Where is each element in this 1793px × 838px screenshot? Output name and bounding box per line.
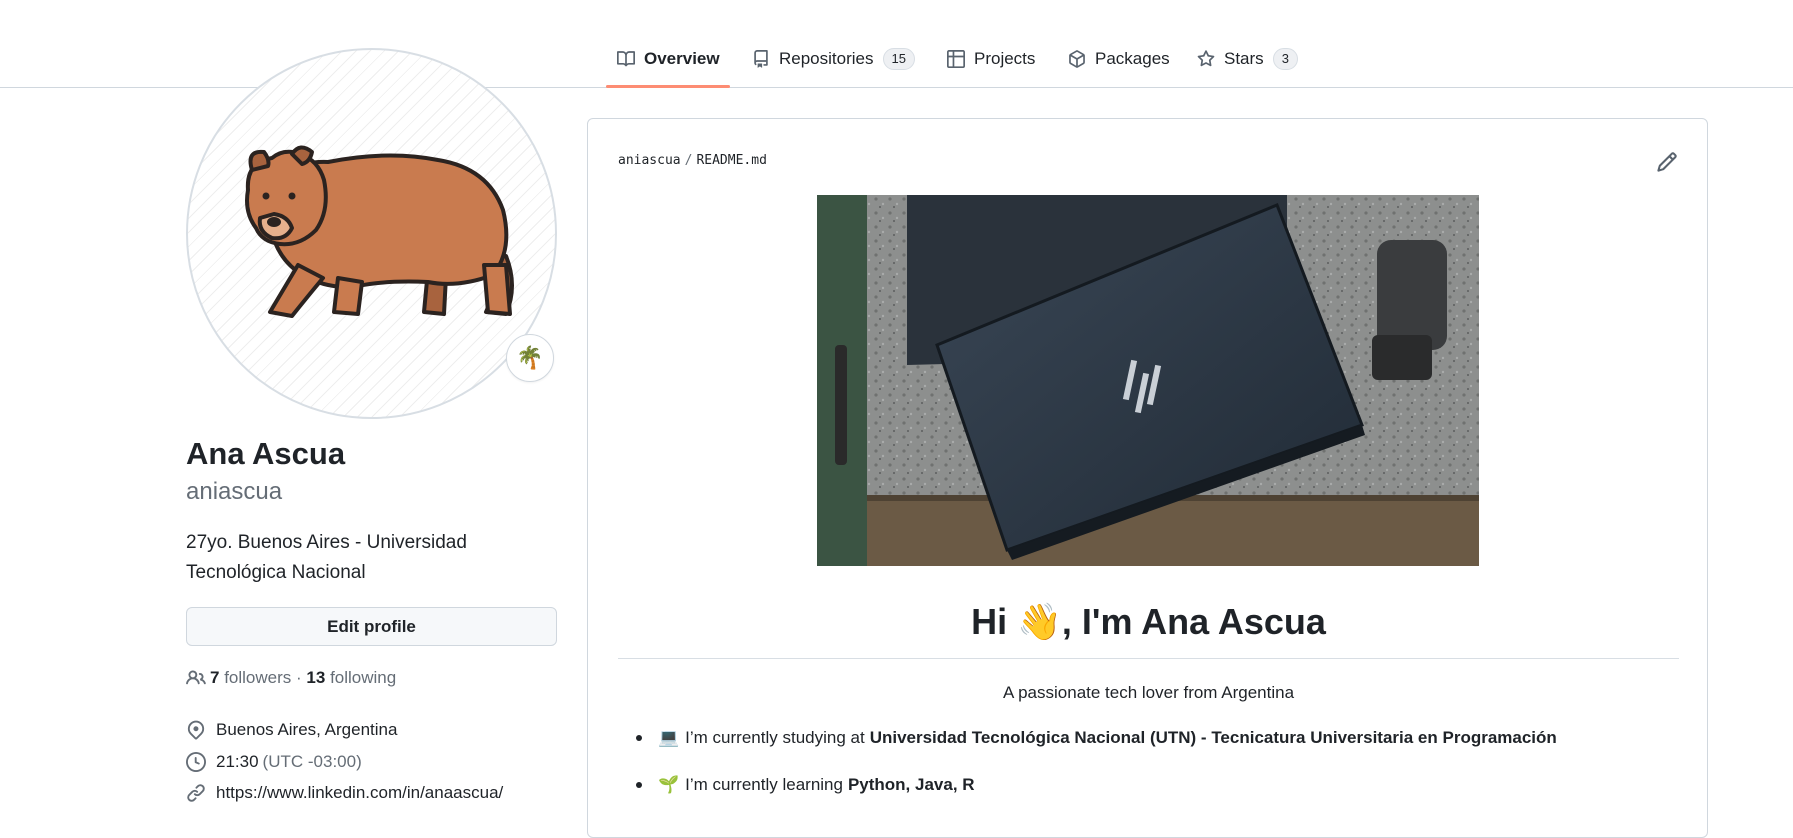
star-icon [1197,50,1215,67]
profile-avatar-container: 🌴 [186,48,557,419]
active-tab-underline [606,85,730,88]
package-icon [1069,50,1085,68]
location-text: Buenos Aires, Argentina [216,720,398,739]
book-icon [617,51,635,67]
followers-label: followers [224,668,292,687]
followers-following: 7 followers · 13 following [186,668,396,688]
followers-link[interactable]: 7 followers [210,668,291,688]
list-item: 🌱 I’m currently learning Python, Java, R [636,775,975,795]
bullet-bold-text: Python, Java, R [847,775,975,794]
tab-repositories-label: Repositories [779,49,874,68]
seedling-icon: 🌱 [658,775,680,794]
profile-name: Ana Ascua [186,436,346,471]
following-label: following [330,668,397,687]
bullet-dot [636,782,642,788]
profile-location: Buenos Aires, Argentina [186,720,397,740]
location-icon [187,720,205,740]
link-icon [187,784,205,802]
website-link[interactable]: https://www.linkedin.com/in/anaascua/ [216,783,503,803]
path-separator: / [684,153,693,168]
tab-stars-label: Stars [1224,49,1264,68]
readme-path: aniascua / README.md [618,153,767,168]
clock-icon [186,752,206,772]
tab-overview[interactable]: Overview [617,44,720,74]
followers-count: 7 [210,668,220,687]
bear-illustration [245,145,514,318]
tab-packages-label: Packages [1095,49,1170,68]
readme-tagline: A passionate tech lover from Argentina [1002,683,1295,702]
tab-overview-label: Overview [644,49,720,68]
timezone-text: (UTC -03:00) [262,752,362,771]
bullet-dot [636,735,642,741]
status-emoji-button[interactable]: 🌴 [506,334,554,382]
laptop-photo [817,195,1479,566]
repo-icon [754,50,768,68]
palm-tree-icon: 🌴 [516,345,544,370]
readme-card: aniascua / README.md Hi 👋, I'm Ana Ascua… [587,118,1708,838]
profile-website: https://www.linkedin.com/in/anaascua/ [186,783,503,803]
separator-dot: · [291,668,307,687]
readme-file-link[interactable]: README.md [696,153,766,168]
profile-local-time: 21:30 (UTC -03:00) [186,752,362,772]
tab-stars[interactable]: Stars 3 [1197,44,1298,74]
table-icon [947,50,965,68]
bullet-text: I’m currently learning [685,775,843,794]
local-time-text: 21:30 [216,752,259,771]
avatar[interactable] [186,48,557,419]
pencil-icon[interactable] [1656,151,1678,173]
laptop-icon: 💻 [658,728,680,747]
laptop-banner-image [817,195,1479,566]
stars-count-badge: 3 [1272,48,1298,70]
edit-profile-button[interactable]: Edit profile [186,607,557,646]
bullet-bold-text: Universidad Tecnológica Nacional (UTN) -… [869,728,1557,747]
people-icon [186,670,206,685]
bullet-text: I’m currently studying at [685,728,865,747]
repositories-count-badge: 15 [882,48,915,70]
following-link[interactable]: 13 following [306,668,396,688]
tab-repositories[interactable]: Repositories 15 [752,44,915,74]
profile-bio: 27yo. Buenos Aires - Universidad Tecnoló… [186,532,467,583]
divider [618,658,1679,659]
tab-packages[interactable]: Packages [1068,44,1170,74]
profile-username: aniascua [186,478,283,505]
readme-owner-link[interactable]: aniascua [618,153,681,168]
tab-projects[interactable]: Projects [947,44,1035,74]
tab-projects-label: Projects [974,49,1036,68]
following-count: 13 [306,668,326,687]
readme-headline: Hi 👋, I'm Ana Ascua [971,601,1326,642]
list-item: 💻 I’m currently studying at Universidad … [636,728,1557,748]
